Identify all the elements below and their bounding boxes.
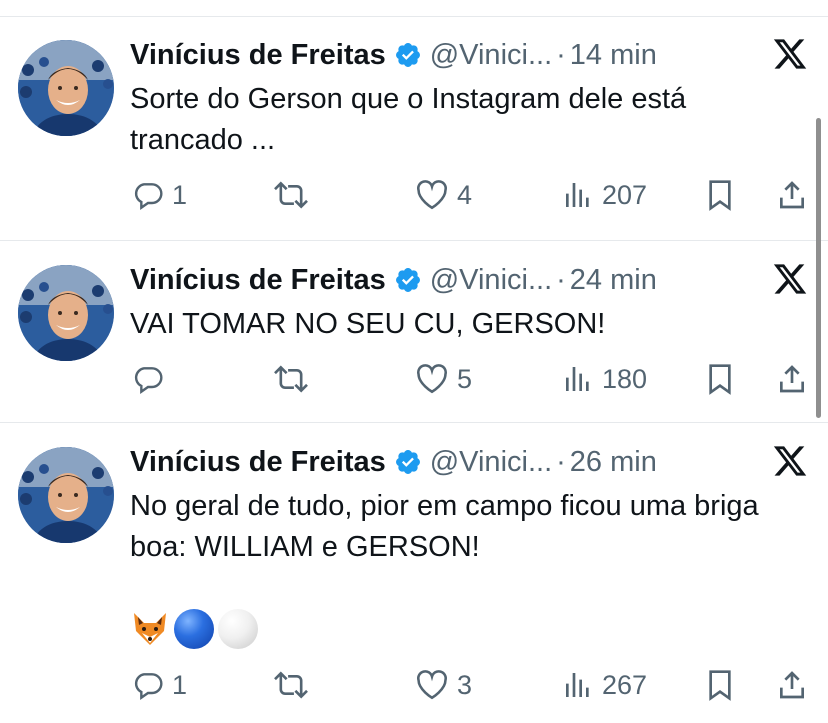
tweet-header: Vinícius de Freitas @Vinici... · 14 min	[130, 37, 657, 73]
timestamp[interactable]: 26 min	[570, 446, 657, 479]
avatar-image	[18, 40, 114, 136]
views-count: 267	[602, 669, 648, 700]
emoji-row	[130, 609, 258, 649]
bookmark-button[interactable]	[705, 175, 735, 215]
like-button[interactable]: 5	[415, 359, 472, 399]
retweet-button[interactable]	[272, 665, 318, 705]
fox-emoji-icon	[134, 613, 166, 645]
views-count: 180	[602, 363, 648, 394]
separator-dot: ·	[556, 445, 566, 478]
like-button[interactable]: 3	[415, 665, 472, 705]
author-name[interactable]: Vinícius de Freitas	[130, 264, 386, 297]
views-icon	[566, 183, 589, 207]
avatar-image	[18, 447, 114, 543]
verified-badge-icon	[394, 266, 422, 294]
avatar[interactable]	[18, 265, 114, 361]
verified-badge-icon	[394, 41, 422, 69]
retweet-icon	[274, 181, 308, 209]
author-handle[interactable]: @Vinici...	[430, 446, 552, 479]
tweet[interactable]: Vinícius de Freitas @Vinici... · 24 min …	[0, 241, 828, 423]
reply-icon	[134, 183, 163, 210]
author-name[interactable]: Vinícius de Freitas	[130, 39, 386, 72]
author-handle[interactable]: @Vinici...	[430, 39, 552, 72]
reply-button[interactable]: 1	[132, 175, 187, 215]
views-icon	[566, 673, 589, 697]
reply-button[interactable]	[132, 359, 172, 399]
share-icon	[780, 671, 804, 699]
retweet-icon	[274, 365, 308, 393]
action-bar: 1 3 267	[0, 665, 828, 705]
action-bar: 1 4 207	[0, 175, 828, 215]
like-count: 3	[457, 669, 473, 700]
white-circle-emoji-icon	[218, 609, 258, 649]
tweet-text: VAI TOMAR NO SEU CU, GERSON!	[130, 308, 606, 340]
share-button[interactable]	[776, 359, 808, 399]
timestamp[interactable]: 24 min	[570, 264, 657, 297]
avatar[interactable]	[18, 447, 114, 543]
views-button[interactable]: 207	[562, 175, 647, 215]
blue-circle-emoji-icon	[174, 609, 214, 649]
tweet-header: Vinícius de Freitas @Vinici... · 26 min	[130, 444, 657, 480]
views-button[interactable]: 180	[562, 359, 647, 399]
views-button[interactable]: 267	[562, 665, 647, 705]
share-button[interactable]	[776, 665, 808, 705]
scrollbar[interactable]	[816, 118, 821, 418]
like-icon	[417, 180, 447, 210]
reply-count: 1	[172, 179, 188, 210]
like-icon	[417, 364, 447, 394]
reply-icon	[134, 367, 163, 394]
tweet-header: Vinícius de Freitas @Vinici... · 24 min	[130, 262, 657, 298]
timestamp[interactable]: 14 min	[570, 39, 657, 72]
like-count: 4	[457, 179, 473, 210]
share-icon	[780, 181, 804, 209]
bookmark-button[interactable]	[705, 359, 735, 399]
retweet-button[interactable]	[272, 359, 318, 399]
like-count: 5	[457, 363, 473, 394]
separator-dot: ·	[556, 263, 566, 296]
x-logo-icon	[772, 443, 808, 479]
x-logo-icon	[772, 36, 808, 72]
verified-badge-icon	[394, 448, 422, 476]
like-button[interactable]: 4	[415, 175, 472, 215]
bookmark-icon	[709, 670, 731, 701]
reply-button[interactable]: 1	[132, 665, 187, 705]
avatar[interactable]	[18, 40, 114, 136]
avatar-image	[18, 265, 114, 361]
retweet-button[interactable]	[272, 175, 318, 215]
action-bar: 5 180	[0, 359, 828, 399]
bookmark-icon	[709, 364, 731, 395]
views-count: 207	[602, 179, 648, 210]
x-logo-icon	[772, 261, 808, 297]
bookmark-button[interactable]	[705, 665, 735, 705]
bookmark-icon	[709, 180, 731, 211]
reply-icon	[134, 673, 163, 700]
share-button[interactable]	[776, 175, 808, 215]
tweet-text: Sorte do Gerson que o Instagram dele est…	[130, 83, 687, 156]
share-icon	[780, 365, 804, 393]
reply-count: 1	[172, 669, 188, 700]
like-icon	[417, 670, 447, 700]
retweet-icon	[274, 671, 308, 699]
tweet[interactable]: Vinícius de Freitas @Vinici... · 26 min …	[0, 423, 828, 723]
tweet[interactable]: Vinícius de Freitas @Vinici... · 14 min …	[0, 16, 828, 241]
author-name[interactable]: Vinícius de Freitas	[130, 446, 386, 479]
tweet-text: No geral de tudo, pior em campo ficou um…	[130, 490, 759, 563]
author-handle[interactable]: @Vinici...	[430, 264, 552, 297]
separator-dot: ·	[556, 38, 566, 71]
top-divider	[0, 0, 828, 17]
views-icon	[566, 367, 589, 391]
